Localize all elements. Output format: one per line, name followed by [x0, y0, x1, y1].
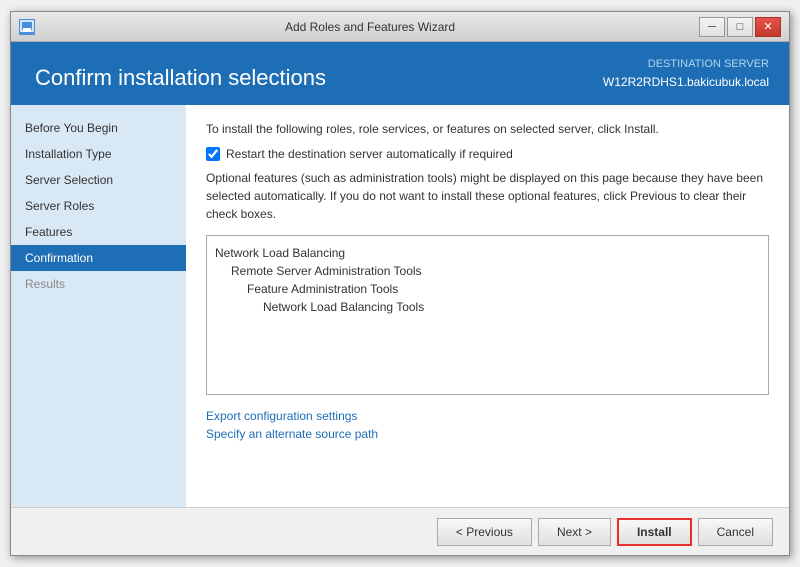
alternate-source-link[interactable]: Specify an alternate source path — [206, 427, 769, 441]
content-area: Before You Begin Installation Type Serve… — [11, 105, 789, 508]
sidebar-item-before-you-begin[interactable]: Before You Begin — [11, 115, 186, 141]
minimize-button[interactable]: ─ — [699, 17, 725, 37]
sidebar-item-results: Results — [11, 271, 186, 297]
instruction-text: To install the following roles, role ser… — [206, 121, 769, 138]
sidebar-item-server-selection[interactable]: Server Selection — [11, 167, 186, 193]
server-name: W12R2RDHS1.bakicubuk.local — [603, 73, 769, 91]
features-box: Network Load Balancing Remote Server Adm… — [206, 235, 769, 395]
sidebar-item-server-roles[interactable]: Server Roles — [11, 193, 186, 219]
sidebar-item-features[interactable]: Features — [11, 219, 186, 245]
restart-checkbox[interactable] — [206, 147, 220, 161]
restart-label[interactable]: Restart the destination server automatic… — [226, 147, 513, 161]
destination-info: DESTINATION SERVER W12R2RDHS1.bakicubuk.… — [603, 56, 769, 91]
close-button[interactable]: ✕ — [755, 17, 781, 37]
feature-item-3: Network Load Balancing Tools — [215, 298, 760, 316]
header-bar: Confirm installation selections DESTINAT… — [11, 42, 789, 105]
title-bar: Add Roles and Features Wizard ─ □ ✕ — [11, 12, 789, 42]
window-title: Add Roles and Features Wizard — [41, 20, 699, 34]
feature-item-2: Feature Administration Tools — [215, 280, 760, 298]
feature-item-1: Remote Server Administration Tools — [215, 262, 760, 280]
footer-bar: < Previous Next > Install Cancel — [11, 507, 789, 555]
page-title: Confirm installation selections — [35, 65, 326, 91]
cancel-button[interactable]: Cancel — [698, 518, 773, 546]
window-controls: ─ □ ✕ — [699, 17, 781, 37]
feature-item-0: Network Load Balancing — [215, 244, 760, 262]
restart-checkbox-row: Restart the destination server automatic… — [206, 147, 769, 161]
export-config-link[interactable]: Export configuration settings — [206, 409, 769, 423]
wizard-window: Add Roles and Features Wizard ─ □ ✕ Conf… — [10, 11, 790, 556]
previous-button[interactable]: < Previous — [437, 518, 532, 546]
app-icon — [19, 19, 35, 35]
destination-label: DESTINATION SERVER — [603, 56, 769, 73]
sidebar: Before You Begin Installation Type Serve… — [11, 105, 186, 508]
main-content: To install the following roles, role ser… — [186, 105, 789, 508]
next-button[interactable]: Next > — [538, 518, 611, 546]
restore-button[interactable]: □ — [727, 17, 753, 37]
install-button[interactable]: Install — [617, 518, 692, 546]
sidebar-item-confirmation[interactable]: Confirmation — [11, 245, 186, 271]
links-area: Export configuration settings Specify an… — [206, 409, 769, 441]
optional-text: Optional features (such as administratio… — [206, 169, 769, 223]
sidebar-item-installation-type[interactable]: Installation Type — [11, 141, 186, 167]
